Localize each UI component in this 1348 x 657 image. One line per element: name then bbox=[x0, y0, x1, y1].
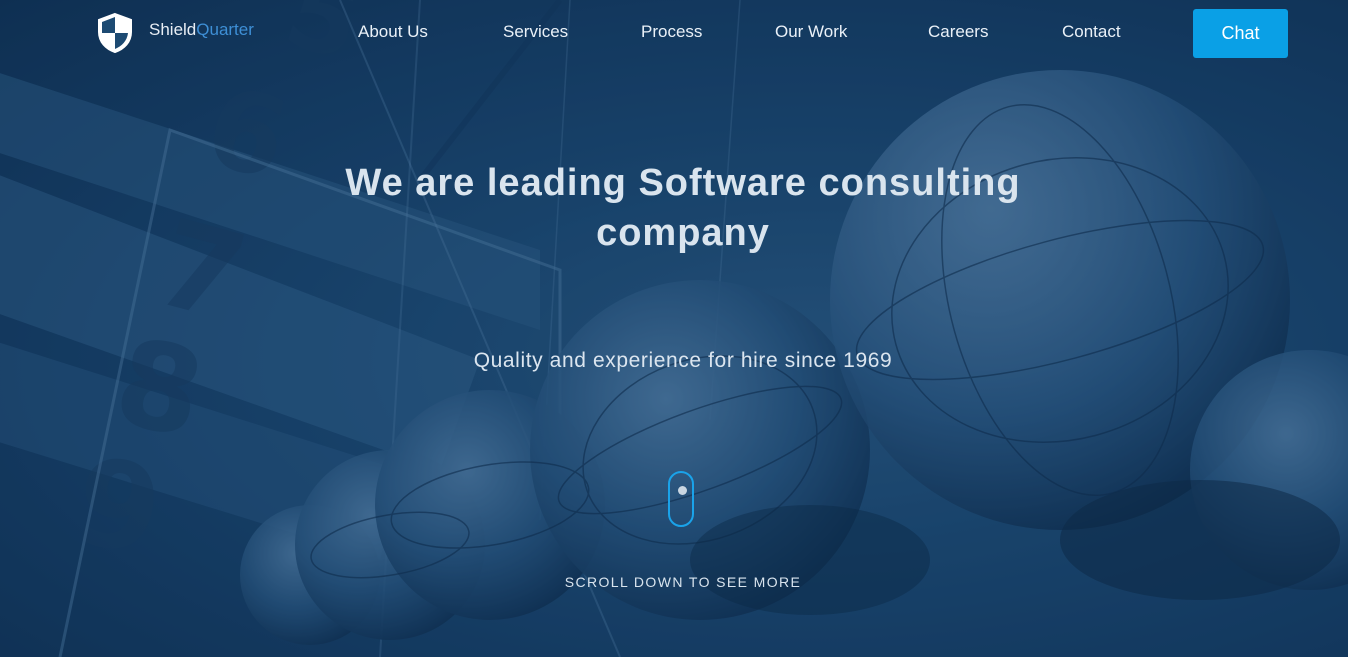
top-navbar: ShieldQuarter About Us Services Process … bbox=[0, 0, 1348, 66]
background-overlay bbox=[0, 0, 1348, 657]
nav-contact[interactable]: Contact bbox=[1062, 22, 1121, 42]
hero-section: 6 7 8 9 5 ShieldQuarter About Us Service… bbox=[0, 0, 1348, 657]
brand-name-primary: Shield bbox=[149, 20, 197, 39]
nav-our-work[interactable]: Our Work bbox=[775, 22, 847, 42]
hero-subheadline: Quality and experience for hire since 19… bbox=[473, 349, 893, 372]
chat-button[interactable]: Chat bbox=[1193, 9, 1288, 58]
brand-name-accent: Quarter bbox=[196, 20, 254, 39]
nav-about-us[interactable]: About Us bbox=[358, 22, 428, 42]
scroll-down-link[interactable]: SCROLL DOWN TO SEE MORE bbox=[474, 574, 892, 590]
shield-icon bbox=[98, 12, 132, 54]
brand-logo[interactable]: ShieldQuarter bbox=[96, 12, 254, 54]
hero-headline: We are leading Software consulting compa… bbox=[345, 162, 1021, 254]
mouse-wheel-dot bbox=[678, 486, 687, 495]
nav-process[interactable]: Process bbox=[641, 22, 702, 42]
nav-services[interactable]: Services bbox=[503, 22, 568, 42]
brand-name: ShieldQuarter bbox=[149, 20, 254, 40]
mouse-scroll-icon[interactable] bbox=[668, 471, 694, 527]
nav-careers[interactable]: Careers bbox=[928, 22, 988, 42]
